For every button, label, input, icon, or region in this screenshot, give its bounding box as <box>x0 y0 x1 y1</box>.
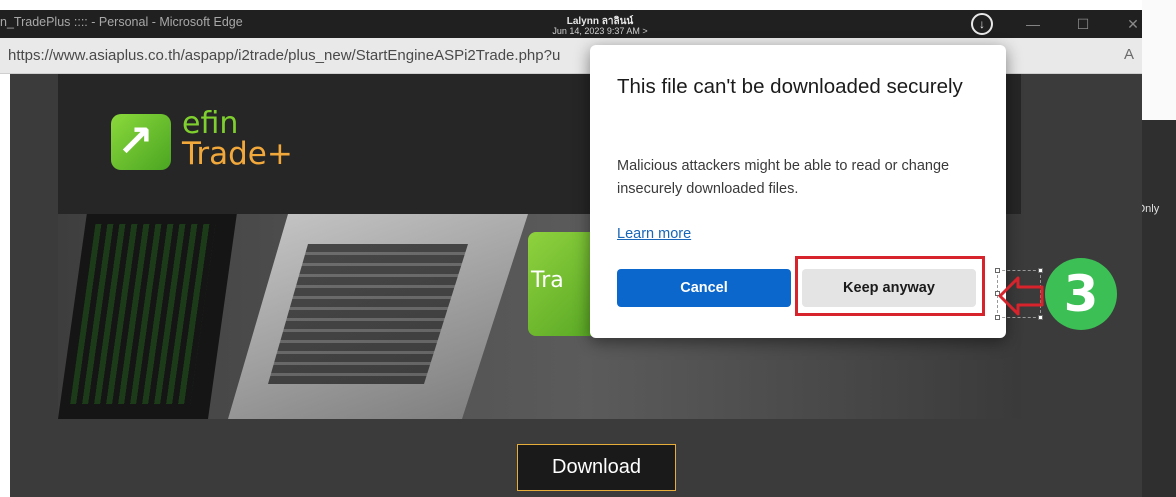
dialog-title: This file can't be downloaded securely <box>617 75 963 98</box>
highlight-box <box>795 256 985 316</box>
download-icon[interactable]: ↓ <box>971 13 993 35</box>
logo-efin-text: efin <box>182 106 239 141</box>
cancel-button[interactable]: Cancel <box>617 269 791 307</box>
trade-card-label: Tra <box>531 268 564 293</box>
screenshot-date: Jun 14, 2023 9:37 AM > <box>552 26 648 36</box>
maximize-button[interactable]: ☐ <box>1068 12 1098 36</box>
window-titlebar: n_TradePlus :::: - Personal - Microsoft … <box>0 10 1142 38</box>
download-button[interactable]: Download <box>517 444 676 491</box>
trade-app-card: Tra <box>528 232 598 336</box>
read-aloud-icon[interactable]: A <box>1124 46 1134 63</box>
step-number-badge: 3 <box>1045 258 1117 330</box>
background-window-edge <box>1142 0 1176 497</box>
pointer-arrow-icon <box>998 276 1044 316</box>
url-text[interactable]: https://www.asiaplus.co.th/aspapp/i2trad… <box>8 47 593 64</box>
learn-more-link[interactable]: Learn more <box>617 226 691 242</box>
monitor-image <box>58 214 237 419</box>
window-title: n_TradePlus :::: - Personal - Microsoft … <box>0 15 243 29</box>
logo-trade-text: Trade+ <box>182 136 293 172</box>
efin-logo-icon: ↗ <box>111 114 171 170</box>
dialog-message: Malicious attackers might be able to rea… <box>617 158 950 197</box>
minimize-button[interactable]: — <box>1018 12 1048 36</box>
